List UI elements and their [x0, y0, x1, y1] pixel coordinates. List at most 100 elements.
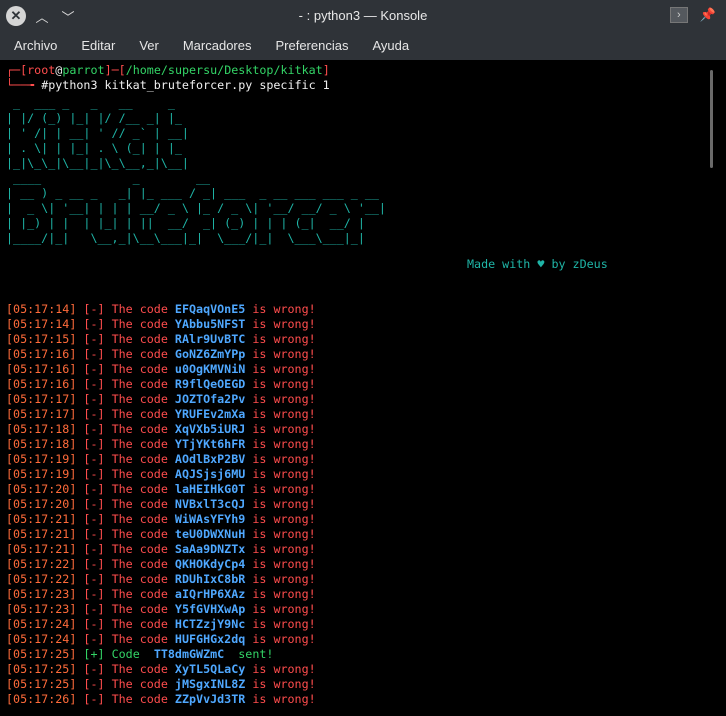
log-status: [-]: [83, 512, 105, 526]
log-message: The code: [104, 437, 175, 451]
log-timestamp: [05:17:25]: [6, 647, 77, 661]
log-line: [05:17:14] [-] The code YAbbu5NFST is wr…: [6, 317, 316, 332]
log-line: [05:17:23] [-] The code aIQrHP6XAz is wr…: [6, 587, 316, 602]
log-timestamp: [05:17:25]: [6, 662, 77, 676]
log-message: The code: [104, 422, 175, 436]
log-message: The code: [104, 347, 175, 361]
log-status: [-]: [83, 617, 105, 631]
log-result: is wrong!: [245, 512, 316, 526]
log-result: is wrong!: [245, 587, 316, 601]
log-message: The code: [104, 557, 175, 571]
log-line: [05:17:14] [-] The code EFQaqVOnE5 is wr…: [6, 302, 316, 317]
log-status: [-]: [83, 587, 105, 601]
title-bar: ✕ ︿ ﹀ - : python3 — Konsole › 📌: [0, 0, 726, 32]
log-status: [-]: [83, 377, 105, 391]
log-code: XyTL5QLaCy: [174, 662, 246, 676]
log-status: [-]: [83, 347, 105, 361]
log-result: is wrong!: [245, 662, 316, 676]
menu-preferencias[interactable]: Preferencias: [261, 32, 358, 60]
log-code: WiWAsYFYh9: [174, 512, 246, 526]
log-code: GoNZ6ZmYPp: [174, 347, 246, 361]
log-message: The code: [104, 617, 175, 631]
log-result: is wrong!: [245, 497, 316, 511]
log-status: [-]: [83, 557, 105, 571]
log-status: [-]: [83, 662, 105, 676]
log-line: [05:17:25] [-] The code jMSgxINL8Z is wr…: [6, 677, 316, 692]
log-timestamp: [05:17:26]: [6, 692, 77, 706]
log-line: [05:17:22] [-] The code QKHOKdyCp4 is wr…: [6, 557, 316, 572]
log-timestamp: [05:17:17]: [6, 407, 77, 421]
log-timestamp: [05:17:19]: [6, 467, 77, 481]
log-timestamp: [05:17:16]: [6, 362, 77, 376]
log-timestamp: [05:17:21]: [6, 512, 77, 526]
log-line: [05:17:26] [-] The code ZZpVvJd3TR is wr…: [6, 692, 316, 707]
log-status: [-]: [83, 542, 105, 556]
log-result: is wrong!: [245, 332, 316, 346]
pin-icon[interactable]: 📌: [700, 7, 716, 23]
log-result: is wrong!: [245, 632, 316, 646]
log-line: [05:17:16] [-] The code R9flQeOEGD is wr…: [6, 377, 316, 392]
menu-archivo[interactable]: Archivo: [0, 32, 67, 60]
log-message: The code: [104, 692, 175, 706]
log-message: The code: [104, 377, 175, 391]
log-status: [-]: [83, 332, 105, 346]
log-message: The code: [104, 602, 175, 616]
scrollbar[interactable]: [710, 70, 713, 168]
log-code: HUFGHGx2dq: [174, 632, 246, 646]
log-result: is wrong!: [245, 407, 316, 421]
log-line: [05:17:19] [-] The code AQJSjsj6MU is wr…: [6, 467, 316, 482]
log-status: [-]: [83, 467, 105, 481]
log-line: [05:17:24] [-] The code HUFGHGx2dq is wr…: [6, 632, 316, 647]
log-timestamp: [05:17:15]: [6, 332, 77, 346]
made-with-credit: Made with ♥ by zDeus: [467, 257, 608, 271]
log-result: is wrong!: [245, 437, 316, 451]
log-timestamp: [05:17:16]: [6, 347, 77, 361]
window-menu-icon[interactable]: ›: [669, 7, 688, 23]
menu-ver[interactable]: Ver: [125, 32, 169, 60]
log-timestamp: [05:17:14]: [6, 302, 77, 316]
log-timestamp: [05:17:18]: [6, 437, 77, 451]
menu-marcadores[interactable]: Marcadores: [169, 32, 262, 60]
terminal-output[interactable]: ┌─[root@parrot]─[/home/supersu/Desktop/k…: [0, 60, 726, 716]
log-message: The code: [104, 542, 175, 556]
log-result: is wrong!: [245, 392, 316, 406]
log-timestamp: [05:17:23]: [6, 602, 77, 616]
log-line: [05:17:21] [-] The code WiWAsYFYh9 is wr…: [6, 512, 316, 527]
log-code: YTjYKt6hFR: [174, 437, 246, 451]
log-message: The code: [104, 497, 175, 511]
log-line: [05:17:19] [-] The code AOdlBxP2BV is wr…: [6, 452, 316, 467]
log-line: [05:17:23] [-] The code Y5fGVHXwAp is wr…: [6, 602, 316, 617]
log-line: [05:17:17] [-] The code YRUFEv2mXa is wr…: [6, 407, 316, 422]
prompt-host: parrot: [62, 63, 105, 77]
log-code: AOdlBxP2BV: [174, 452, 246, 466]
log-status: [-]: [83, 482, 105, 496]
log-result: is wrong!: [245, 452, 316, 466]
log-line: [05:17:21] [-] The code SaAa9DNZTx is wr…: [6, 542, 316, 557]
menu-ayuda[interactable]: Ayuda: [358, 32, 419, 60]
log-message: The code: [104, 527, 175, 541]
log-code: XqVXb5iURJ: [174, 422, 246, 436]
log-status: [-]: [83, 437, 105, 451]
log-code: u0OgKMVNiN: [174, 362, 246, 376]
prompt-path: /home/supersu/Desktop/kitkat: [125, 63, 323, 77]
log-status: [-]: [83, 572, 105, 586]
log-timestamp: [05:17:20]: [6, 497, 77, 511]
log-status: [-]: [83, 422, 105, 436]
log-status: [-]: [83, 527, 105, 541]
log-line: [05:17:15] [-] The code RAlr9UvBTC is wr…: [6, 332, 316, 347]
log-code: R9flQeOEGD: [174, 377, 246, 391]
log-message: The code: [104, 632, 175, 646]
log-status: [+]: [83, 647, 105, 661]
log-message: The code: [104, 662, 175, 676]
log-result: is wrong!: [245, 362, 316, 376]
log-result: is wrong!: [245, 602, 316, 616]
log-line: [05:17:25] [+] Code TT8dmGWZmC sent!: [6, 647, 316, 662]
log-code: JOZTOfa2Pv: [174, 392, 246, 406]
log-line: [05:17:24] [-] The code HCTZzjY9Nc is wr…: [6, 617, 316, 632]
menu-editar[interactable]: Editar: [67, 32, 125, 60]
log-timestamp: [05:17:19]: [6, 452, 77, 466]
log-timestamp: [05:17:14]: [6, 317, 77, 331]
log-message: The code: [104, 332, 175, 346]
log-result: is wrong!: [245, 527, 316, 541]
log-result: is wrong!: [245, 482, 316, 496]
